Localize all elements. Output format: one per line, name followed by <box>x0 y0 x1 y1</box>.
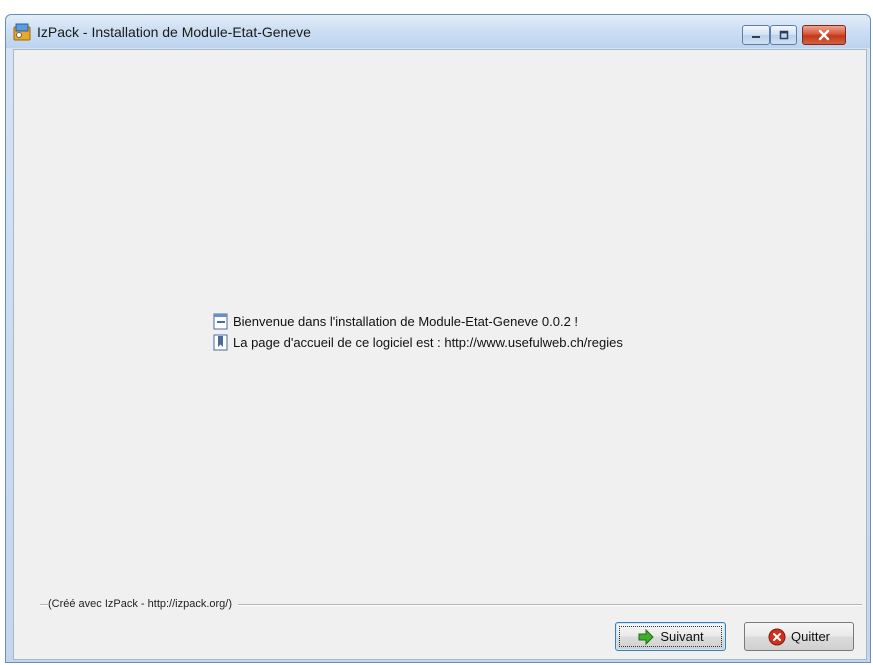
maximize-button[interactable] <box>770 25 797 45</box>
installer-panel: Bienvenue dans l'installation de Module-… <box>13 49 867 660</box>
close-button[interactable] <box>802 25 846 45</box>
next-button[interactable]: Suivant <box>615 622 726 651</box>
welcome-line: Bienvenue dans l'installation de Module-… <box>212 312 578 330</box>
maximize-icon <box>779 30 788 40</box>
close-icon <box>818 29 830 41</box>
info-document-icon <box>213 313 228 329</box>
minimize-icon <box>752 36 760 38</box>
minimize-button[interactable] <box>742 25 770 45</box>
welcome-text: Bienvenue dans l'installation de Module-… <box>233 313 579 329</box>
izpack-installer-icon <box>13 23 31 41</box>
installer-window: IzPack - Installation de Module-Etat-Gen… <box>5 14 871 663</box>
homepage-line: La page d'accueil de ce logiciel est : h… <box>212 333 623 351</box>
izpack-credit: (Créé avec IzPack - http://izpack.org/) <box>48 598 239 610</box>
red-x-circle-icon <box>768 628 786 645</box>
focus-ring <box>619 626 722 647</box>
homepage-text: La page d'accueil de ce logiciel est : h… <box>233 334 623 350</box>
credit-separator: (Créé avec IzPack - http://izpack.org/) <box>40 596 862 612</box>
window-title: IzPack - Installation de Module-Etat-Gen… <box>37 24 311 40</box>
quit-label: Quitter <box>790 629 830 644</box>
bookmark-icon <box>213 334 228 350</box>
quit-button[interactable]: Quitter <box>744 622 854 651</box>
title-bar[interactable]: IzPack - Installation de Module-Etat-Gen… <box>6 15 870 48</box>
